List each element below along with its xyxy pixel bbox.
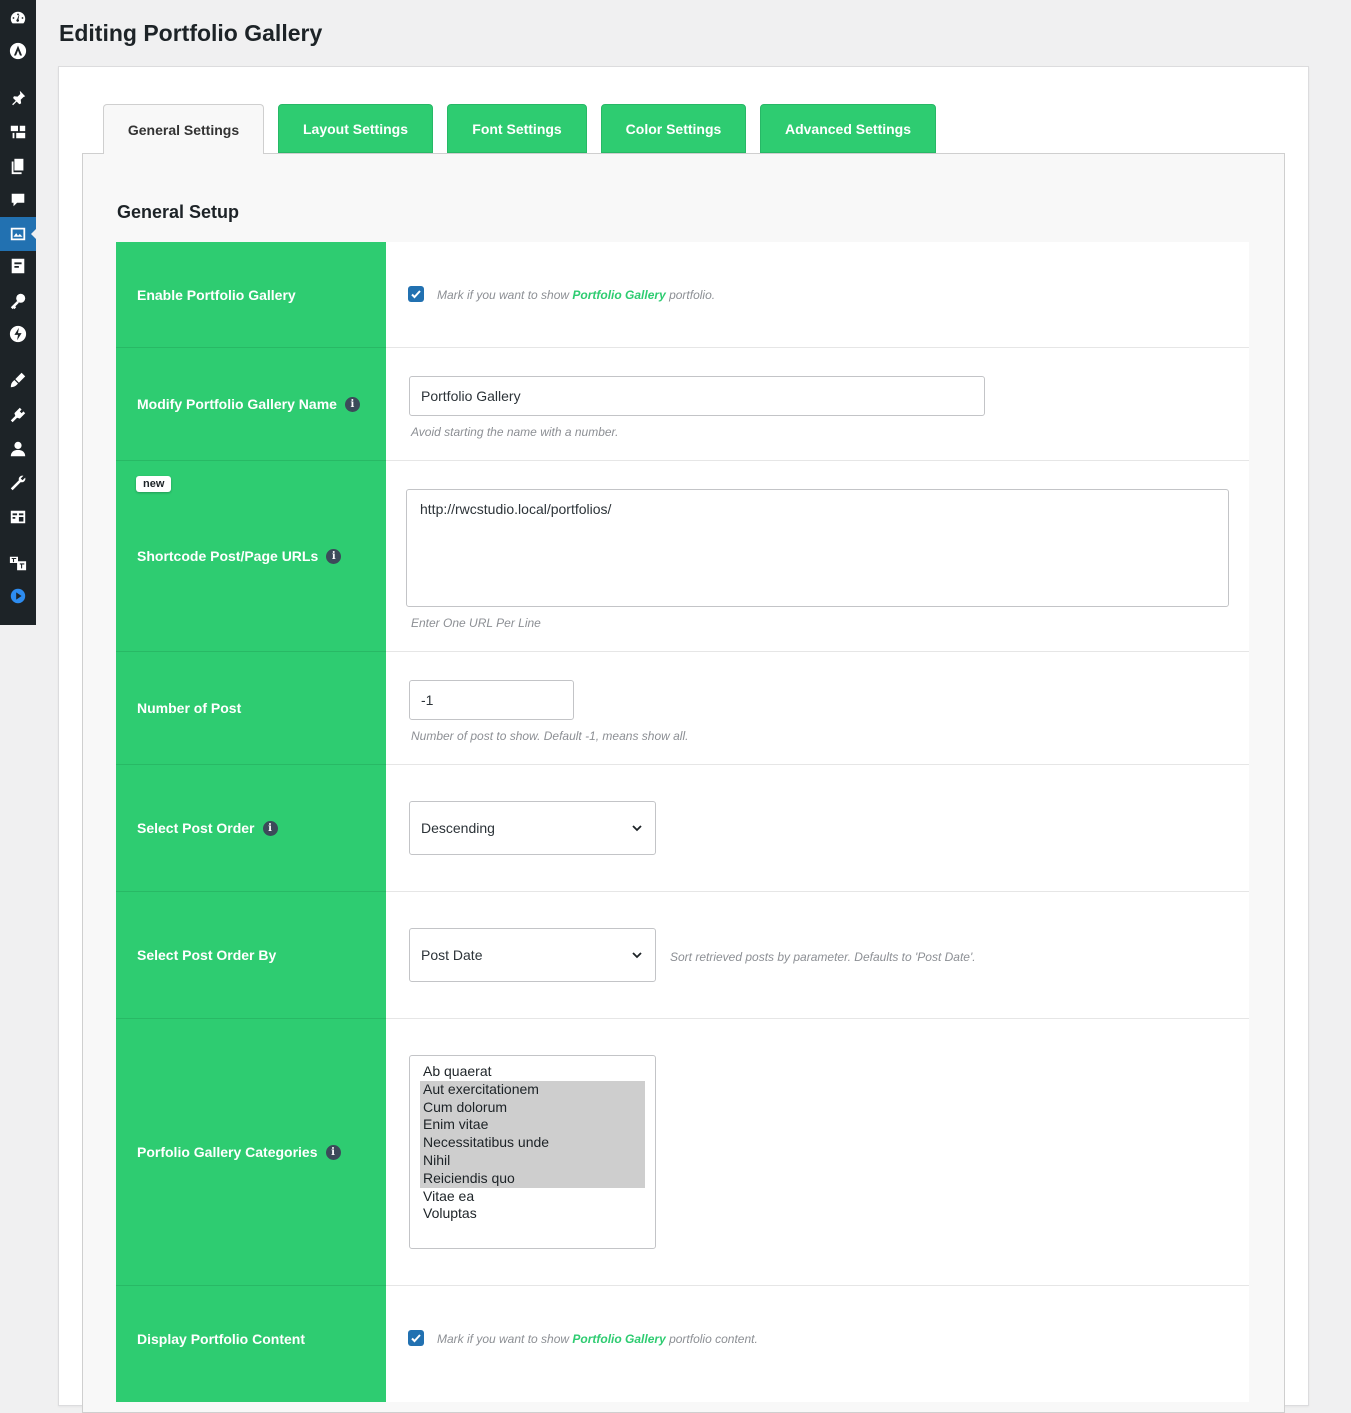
number-of-post-input[interactable]: -1 [409, 680, 574, 720]
tab-advanced-settings[interactable]: Advanced Settings [760, 104, 936, 153]
row-divider [116, 460, 1249, 461]
enable-gallery-label: Enable Portfolio Gallery [137, 287, 296, 303]
section-title: General Setup [117, 202, 240, 222]
dashboard-icon[interactable] [0, 1, 36, 35]
number-of-post-hint: Number of post to show. Default -1, mean… [411, 729, 689, 743]
comments-icon[interactable] [0, 183, 36, 217]
pin-icon[interactable] [0, 81, 36, 115]
category-option[interactable]: Voluptas [420, 1205, 645, 1223]
category-option[interactable]: Necessitatibus unde [420, 1134, 645, 1152]
media-icon[interactable] [0, 115, 36, 149]
post-order-by-label: Select Post Order By [137, 947, 276, 963]
category-option[interactable]: Nihil [420, 1151, 645, 1170]
post-order-value: Descending [421, 820, 495, 836]
categories-label: Porfolio Gallery Categories i [137, 1144, 341, 1160]
display-content-label-text: Display Portfolio Content [137, 1331, 305, 1347]
post-order-by-select[interactable]: Post Date [409, 928, 656, 982]
hint-highlight: Portfolio Gallery [572, 1332, 666, 1346]
hint-text: Mark if you want to show [437, 288, 573, 302]
info-icon[interactable]: i [262, 820, 278, 836]
checkmark-icon [411, 1334, 421, 1343]
category-option[interactable]: Reiciendis quo [420, 1169, 645, 1188]
settings-icon[interactable] [0, 500, 36, 534]
gallery-name-input[interactable]: Portfolio Gallery [409, 376, 985, 416]
post-order-label: Select Post Order i [137, 820, 278, 836]
display-content-label: Display Portfolio Content [137, 1331, 305, 1347]
hint-text: Mark if you want to show [437, 1332, 573, 1346]
tab-general-settings[interactable]: General Settings [103, 104, 264, 154]
checkmark-icon [411, 290, 421, 299]
admin-sidebar [0, 0, 36, 625]
info-icon[interactable]: i [325, 1144, 341, 1160]
row-divider [116, 891, 1249, 892]
tab-font-settings[interactable]: Font Settings [447, 104, 587, 153]
appearance-icon[interactable] [0, 363, 36, 397]
pages-icon[interactable] [0, 149, 36, 183]
row-divider [116, 1018, 1249, 1019]
page-title: Editing Portfolio Gallery [59, 20, 323, 46]
key-icon[interactable] [0, 284, 36, 318]
translate-icon[interactable] [0, 546, 36, 580]
gallery-name-hint: Avoid starting the name with a number. [411, 425, 619, 439]
number-of-post-value: -1 [421, 692, 434, 708]
tools-icon[interactable] [0, 466, 36, 500]
portfolio-icon[interactable] [0, 217, 36, 251]
post-order-label-text: Select Post Order [137, 820, 255, 836]
row-divider [116, 764, 1249, 765]
post-order-by-value: Post Date [421, 947, 483, 963]
tab-layout-settings[interactable]: Layout Settings [278, 104, 433, 153]
info-icon[interactable]: i [344, 396, 360, 412]
shortcode-urls-hint: Enter One URL Per Line [411, 616, 541, 630]
plugins-icon[interactable] [0, 398, 36, 432]
categories-label-text: Porfolio Gallery Categories [137, 1144, 318, 1160]
hint-text: portfolio content. [665, 1332, 758, 1346]
categories-multiselect[interactable]: Ab quaerat Aut exercitationem Cum doloru… [409, 1055, 656, 1249]
category-option[interactable]: Vitae ea [420, 1188, 645, 1206]
row-divider [116, 347, 1249, 348]
lightning-icon[interactable] [0, 317, 36, 351]
category-option[interactable]: Enim vitae [420, 1116, 645, 1135]
tab-color-settings[interactable]: Color Settings [601, 104, 746, 153]
gallery-name-label-text: Modify Portfolio Gallery Name [137, 396, 337, 412]
enable-gallery-label-text: Enable Portfolio Gallery [137, 287, 296, 303]
info-icon[interactable]: i [326, 548, 342, 564]
shortcode-urls-value: http://rwcstudio.local/portfolios/ [420, 501, 612, 517]
gallery-name-label: Modify Portfolio Gallery Name i [137, 396, 360, 412]
number-of-post-label: Number of Post [137, 700, 241, 716]
category-option[interactable]: Cum dolorum [420, 1098, 645, 1117]
category-option[interactable]: Aut exercitationem [420, 1080, 645, 1099]
chevron-down-icon [632, 952, 642, 959]
new-badge: new [136, 476, 172, 492]
hint-highlight: Portfolio Gallery [572, 288, 666, 302]
post-order-select[interactable]: Descending [409, 801, 656, 855]
enable-gallery-hint: Mark if you want to show Portfolio Galle… [437, 288, 715, 302]
post-order-by-hint: Sort retrieved posts by parameter. Defau… [670, 950, 976, 964]
forms-icon[interactable] [0, 249, 36, 283]
astra-icon[interactable] [0, 34, 36, 68]
enable-gallery-checkbox[interactable] [408, 286, 424, 302]
shortcode-urls-label-text: Shortcode Post/Page URLs [137, 548, 319, 564]
display-content-hint: Mark if you want to show Portfolio Galle… [437, 1332, 758, 1346]
play-icon[interactable] [0, 579, 36, 613]
number-of-post-label-text: Number of Post [137, 700, 242, 716]
hint-text: portfolio. [665, 288, 716, 302]
post-order-by-label-text: Select Post Order By [137, 947, 277, 963]
users-icon[interactable] [0, 432, 36, 466]
category-option[interactable]: Ab quaerat [420, 1063, 645, 1081]
shortcode-urls-textarea[interactable]: http://rwcstudio.local/portfolios/ [406, 489, 1229, 607]
shortcode-urls-label: Shortcode Post/Page URLs i [137, 548, 342, 564]
row-divider [116, 1285, 1249, 1286]
row-divider [116, 651, 1249, 652]
gallery-name-value: Portfolio Gallery [421, 388, 521, 404]
chevron-down-icon [632, 825, 642, 832]
display-content-checkbox[interactable] [408, 1330, 424, 1346]
